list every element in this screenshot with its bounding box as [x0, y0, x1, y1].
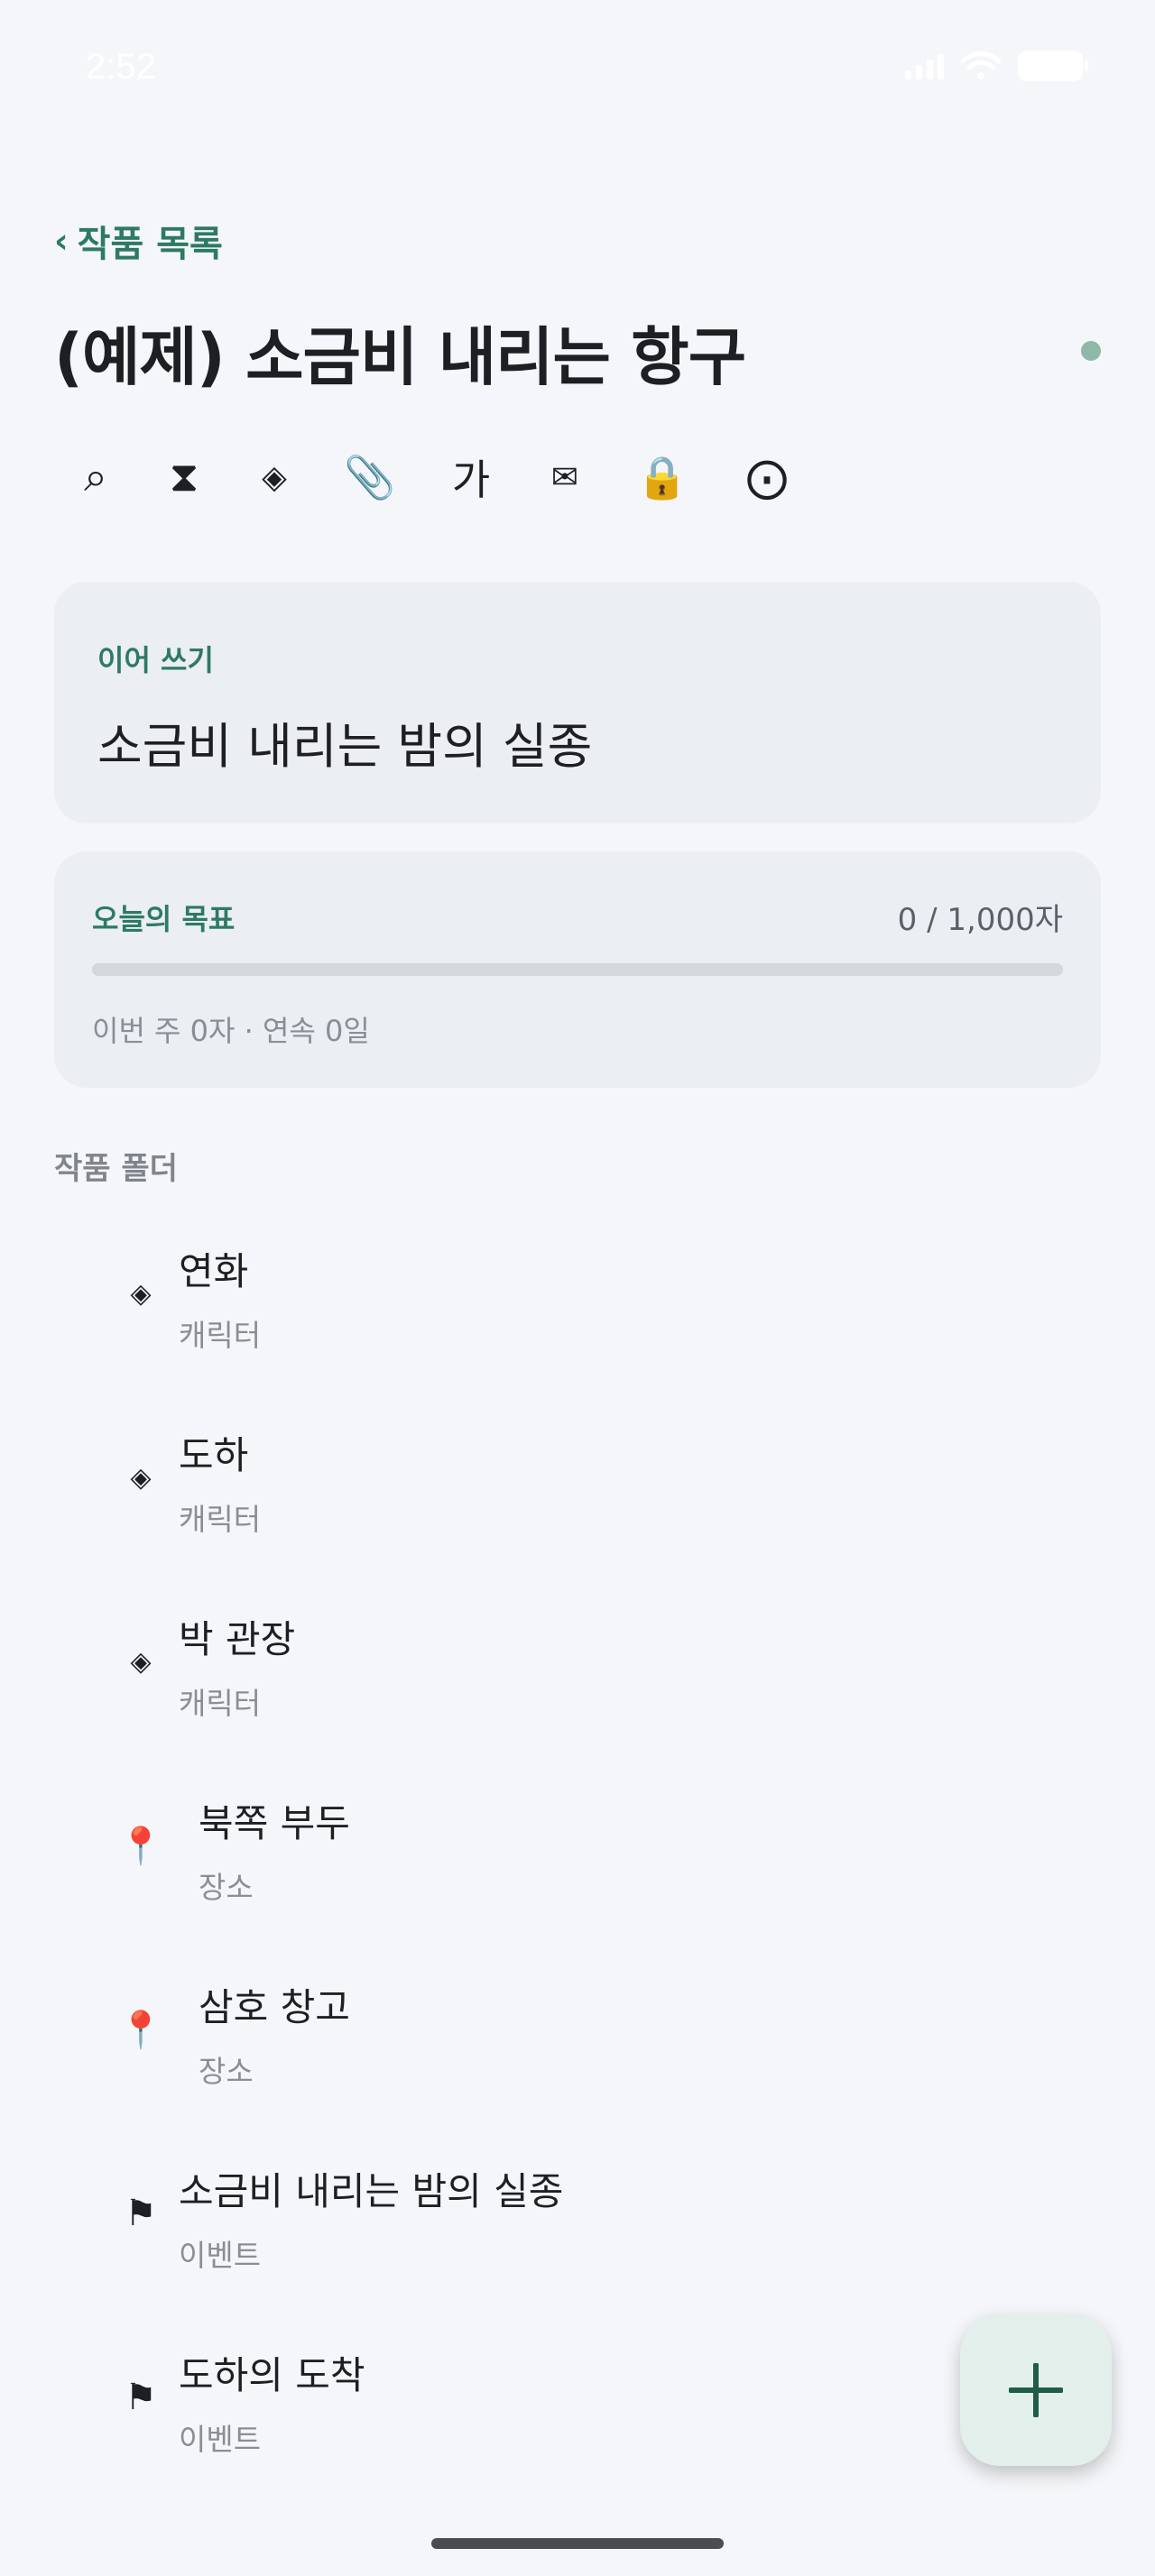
list-item[interactable]: ⚑ 소금비 내리는 밤의 실종 이벤트: [0, 2134, 1155, 2318]
status-bar: 2:52: [0, 0, 1155, 135]
add-button[interactable]: [960, 2314, 1112, 2466]
sync-status-dot: [1081, 341, 1101, 361]
list-item[interactable]: 📍 삼호 창고 장소: [0, 1950, 1155, 2134]
item-type: 장소: [199, 1870, 254, 1905]
lock-icon[interactable]: 🔒: [635, 437, 689, 518]
location-pin-icon: 📍: [118, 2009, 163, 2051]
list-item[interactable]: ◈ 박 관장 캐릭터: [0, 1582, 1155, 1766]
flag-icon: ⚑: [125, 2377, 157, 2418]
daily-goal-card[interactable]: 오늘의 목표 0 / 1,000자 이번 주 0자 · 연속 0일: [54, 851, 1101, 1088]
font-icon[interactable]: 가: [442, 437, 500, 518]
item-type: 이벤트: [179, 2422, 262, 2457]
daily-goal-progress-bar: [92, 963, 1063, 976]
item-name: 도하의 도착: [179, 2353, 365, 2397]
daily-goal-count: 0 / 1,000자: [897, 902, 1063, 938]
character-icon: ◈: [130, 1645, 152, 1678]
back-label: 작품 목록: [77, 224, 223, 265]
item-type: 이벤트: [179, 2238, 262, 2273]
status-time: 2:52: [86, 47, 156, 87]
plus-icon: [1009, 2363, 1063, 2417]
toolbar: ⌕ ⧗ ◈ 📎 가 ✉ 🔒 ⨀: [70, 437, 882, 518]
item-type: 장소: [199, 2054, 254, 2089]
daily-goal-label: 오늘의 목표: [92, 902, 236, 936]
item-name: 북쪽 부두: [199, 1801, 350, 1845]
folder-section-header: 작품 폴더: [54, 1151, 178, 1187]
hourglass-icon[interactable]: ⧗: [159, 437, 209, 518]
chevron-left-icon: ‹: [54, 221, 69, 261]
item-name: 소금비 내리는 밤의 실종: [179, 2169, 564, 2213]
character-icon: ◈: [130, 1277, 152, 1310]
settings-icon[interactable]: ⨀: [740, 437, 794, 518]
continue-writing-title: 소금비 내리는 밤의 실종: [97, 718, 593, 775]
daily-goal-stats: 이번 주 0자 · 연속 0일: [92, 1014, 370, 1048]
paperclip-icon[interactable]: 📎: [341, 437, 399, 518]
continue-writing-label: 이어 쓰기: [97, 643, 214, 677]
diamond-icon[interactable]: ◈: [249, 437, 300, 518]
item-name: 삼호 창고: [199, 1985, 350, 2029]
continue-writing-card[interactable]: 이어 쓰기 소금비 내리는 밤의 실종: [54, 582, 1101, 823]
item-name: 연화: [179, 1249, 249, 1293]
list-item[interactable]: 📍 북쪽 부두 장소: [0, 1766, 1155, 1950]
item-type: 캐릭터: [179, 1318, 262, 1353]
battery-icon: [1018, 51, 1088, 81]
item-name: 박 관장: [179, 1617, 296, 1661]
page-title: (예제) 소금비 내리는 항구: [54, 320, 746, 394]
back-button[interactable]: ‹ 작품 목록: [54, 215, 223, 267]
status-icons: [905, 51, 1088, 81]
wifi-icon: [960, 51, 1002, 79]
item-type: 캐릭터: [179, 1502, 262, 1537]
signal-icon: [905, 52, 944, 79]
envelope-icon[interactable]: ✉: [540, 437, 590, 518]
item-type: 캐릭터: [179, 1686, 262, 1721]
home-indicator: [431, 2538, 724, 2549]
list-item[interactable]: ◈ 연화 캐릭터: [0, 1214, 1155, 1398]
location-pin-icon: 📍: [118, 1825, 163, 1867]
flag-icon: ⚑: [125, 2193, 157, 2234]
list-item[interactable]: ◈ 도하 캐릭터: [0, 1398, 1155, 1582]
item-name: 도하: [179, 1433, 249, 1477]
character-icon: ◈: [130, 1461, 152, 1494]
search-icon[interactable]: ⌕: [70, 437, 121, 518]
